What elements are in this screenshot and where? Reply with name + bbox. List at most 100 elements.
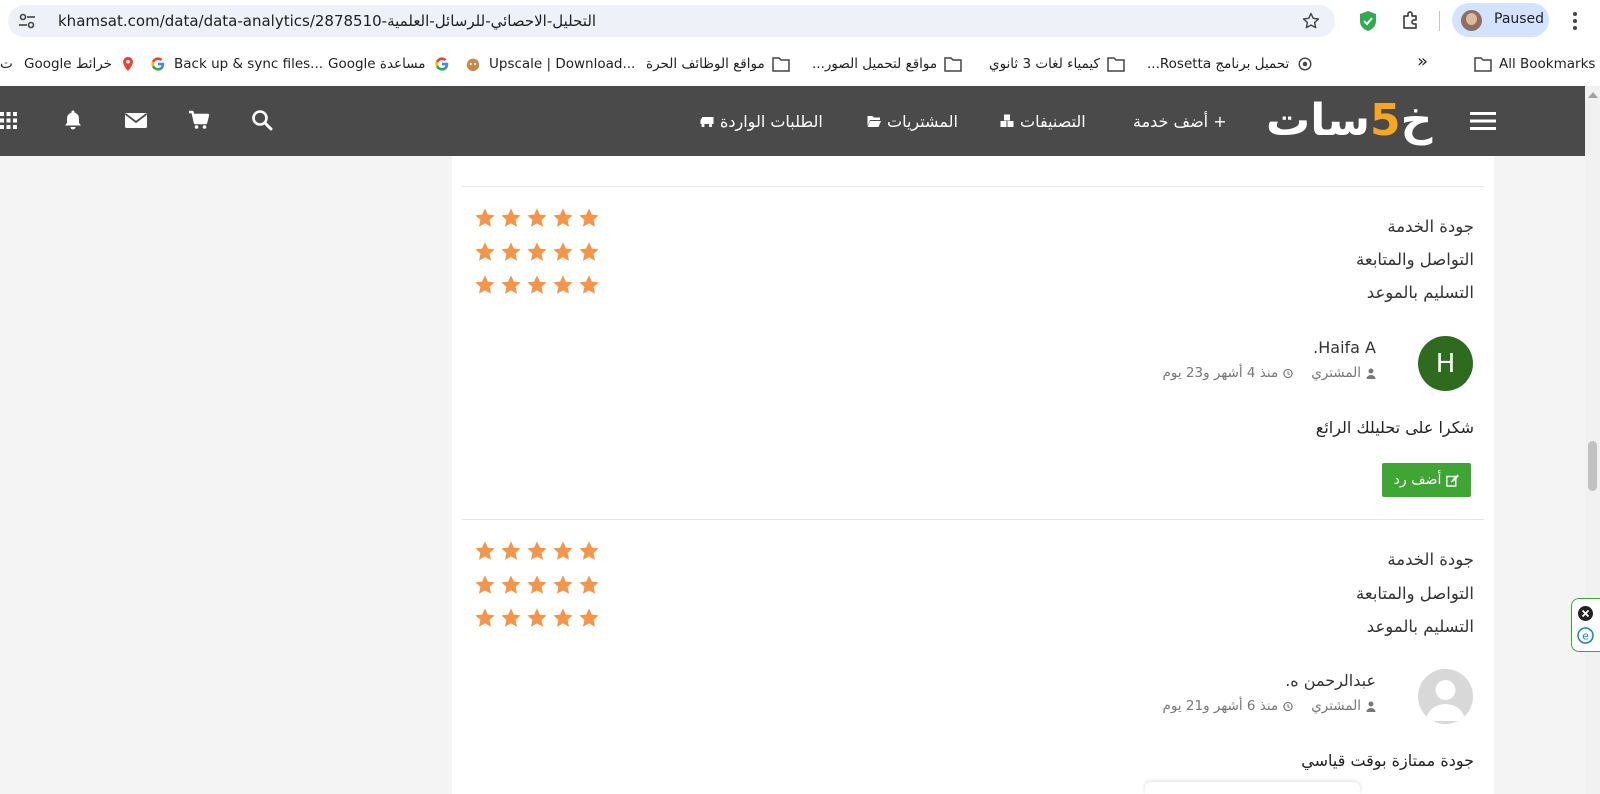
page-scrollbar[interactable] <box>1585 86 1600 794</box>
nav-add-service[interactable]: + أضف خدمة <box>1133 108 1227 134</box>
bookmark-rosetta[interactable]: تحميل برنامج Rosetta... <box>1147 54 1314 74</box>
rating-label-delivery: التسليم بالموعد <box>1366 283 1474 302</box>
divider <box>462 186 1484 187</box>
user-icon <box>1366 368 1376 379</box>
star-icon <box>475 208 495 227</box>
review-text: جودة ممتازة بوقت قياسي <box>1301 751 1474 770</box>
default-user-icon <box>1426 680 1465 721</box>
star-icon <box>475 275 495 294</box>
extensions-puzzle-icon[interactable] <box>1400 9 1422 31</box>
stars-delivery <box>474 274 600 296</box>
review-text: شكرا على تحليلك الرائع <box>1315 418 1474 437</box>
close-icon[interactable] <box>1577 605 1594 622</box>
toolbar-divider <box>1439 11 1440 31</box>
svg-text:e: e <box>1582 630 1589 643</box>
profile-status-label: Paused <box>1494 11 1545 27</box>
nav-purchases[interactable]: المشتريات <box>867 108 958 134</box>
review-meta: المشتري منذ 4 أشهر و23 يوم <box>1162 365 1376 381</box>
bookmark-backup-sync[interactable]: Back up & sync files... <box>149 54 323 74</box>
folder-icon <box>771 57 790 72</box>
review-meta: المشتري منذ 6 أشهر و21 يوم <box>1162 698 1376 714</box>
divider <box>462 519 1484 520</box>
nav-categories[interactable]: التصنيفات <box>1000 108 1086 134</box>
bell-icon[interactable] <box>61 108 85 132</box>
cart-icon[interactable] <box>187 108 211 132</box>
search-icon[interactable] <box>250 108 274 132</box>
google-g-icon <box>434 57 448 71</box>
star-icon <box>553 242 573 261</box>
stars-communication <box>474 574 600 596</box>
khamsat-logo[interactable]: خ5سات <box>1266 99 1432 143</box>
profile-avatar <box>1461 10 1482 31</box>
star-icon <box>501 608 521 627</box>
bookmark-chemistry[interactable]: كيمياء لغات 3 ثانوي <box>989 54 1125 74</box>
bookmarks-bar: All Bookmarks » تحميل برنامج Rosetta... … <box>0 42 1600 86</box>
star-icon <box>579 608 599 627</box>
apps-grid-icon[interactable] <box>0 108 24 132</box>
star-icon <box>527 275 547 294</box>
star-icon <box>527 608 547 627</box>
bookmarks-overflow-button[interactable]: » <box>1417 51 1428 72</box>
bookmark-upscale[interactable]: Upscale | Download... <box>464 54 635 74</box>
edit-icon <box>1446 474 1460 487</box>
star-icon <box>579 242 599 261</box>
star-icon <box>579 575 599 594</box>
clock-icon <box>1283 701 1293 711</box>
star-icon <box>527 208 547 227</box>
star-icon <box>579 208 599 227</box>
folder-open-icon <box>867 116 881 127</box>
star-icon <box>501 575 521 594</box>
bookmark-google-maps[interactable]: خرائط Google <box>24 54 137 74</box>
reviewer-name[interactable]: Haifa A. <box>1313 338 1376 357</box>
reviewer-role: المشتري <box>1311 365 1361 381</box>
reviewer-name[interactable]: عبدالرحمن ه. <box>1285 671 1376 690</box>
star-icon <box>501 541 521 560</box>
truck-icon <box>700 117 714 128</box>
star-icon <box>475 608 495 627</box>
add-reply-button[interactable]: أضف رد <box>1382 463 1471 497</box>
bookmark-truncated[interactable]: ت <box>0 54 13 74</box>
folder-icon <box>944 57 962 72</box>
scrollbar-thumb[interactable] <box>1588 441 1597 491</box>
star-icon <box>475 541 495 560</box>
avatar[interactable]: H <box>1418 336 1473 391</box>
gear-icon <box>1298 57 1312 71</box>
address-bar[interactable]: khamsat.com/data/data-analytics/2878510-… <box>8 5 1335 37</box>
upscale-logo-icon <box>466 58 480 72</box>
bookmark-freelance-jobs[interactable]: مواقع الوظائف الحرة <box>646 54 790 74</box>
scroll-up-arrow-icon[interactable] <box>1588 92 1598 98</box>
review-time: منذ 4 أشهر و23 يوم <box>1162 365 1279 381</box>
stars-quality <box>474 540 600 562</box>
avatar[interactable] <box>1418 669 1473 724</box>
profile-button[interactable]: Paused <box>1452 3 1549 37</box>
user-icon <box>1366 701 1376 712</box>
rating-label-quality: جودة الخدمة <box>1387 550 1474 569</box>
star-icon <box>553 275 573 294</box>
edge-e-icon[interactable]: e <box>1577 627 1594 644</box>
star-icon <box>501 275 521 294</box>
bookmark-star-icon[interactable] <box>1301 11 1321 31</box>
shield-extension-icon[interactable] <box>1358 10 1378 32</box>
hamburger-menu-icon[interactable] <box>1470 110 1496 132</box>
star-icon <box>527 541 547 560</box>
nav-incoming-requests[interactable]: الطلبات الواردة <box>700 108 823 134</box>
browser-menu-icon[interactable] <box>1572 10 1578 32</box>
stars-quality <box>474 207 600 229</box>
star-icon <box>475 575 495 594</box>
cubes-icon <box>1000 114 1014 127</box>
stars-delivery <box>474 607 600 629</box>
bookmark-image-sites[interactable]: مواقع لتحميل الصور... <box>812 54 962 74</box>
mail-icon[interactable] <box>124 108 148 132</box>
url-text[interactable]: khamsat.com/data/data-analytics/2878510-… <box>58 12 596 30</box>
share-toolbar[interactable] <box>1145 782 1360 794</box>
folder-icon <box>1107 57 1125 72</box>
reviews-card: جودة الخدمة التواصل والمتابعة التسليم با… <box>452 156 1494 794</box>
clock-icon <box>1283 368 1293 378</box>
rating-label-communication: التواصل والمتابعة <box>1356 584 1474 603</box>
site-settings-icon[interactable] <box>18 13 36 29</box>
browser-toolbar: khamsat.com/data/data-analytics/2878510-… <box>0 0 1600 42</box>
bookmark-google-help[interactable]: مساعدة Google <box>328 54 451 74</box>
star-icon <box>553 541 573 560</box>
bookmark-all-bookmarks[interactable]: All Bookmarks <box>1474 54 1595 74</box>
site-header: خ5سات + أضف خدمة التصنيفات المشتريات الط… <box>0 86 1585 156</box>
